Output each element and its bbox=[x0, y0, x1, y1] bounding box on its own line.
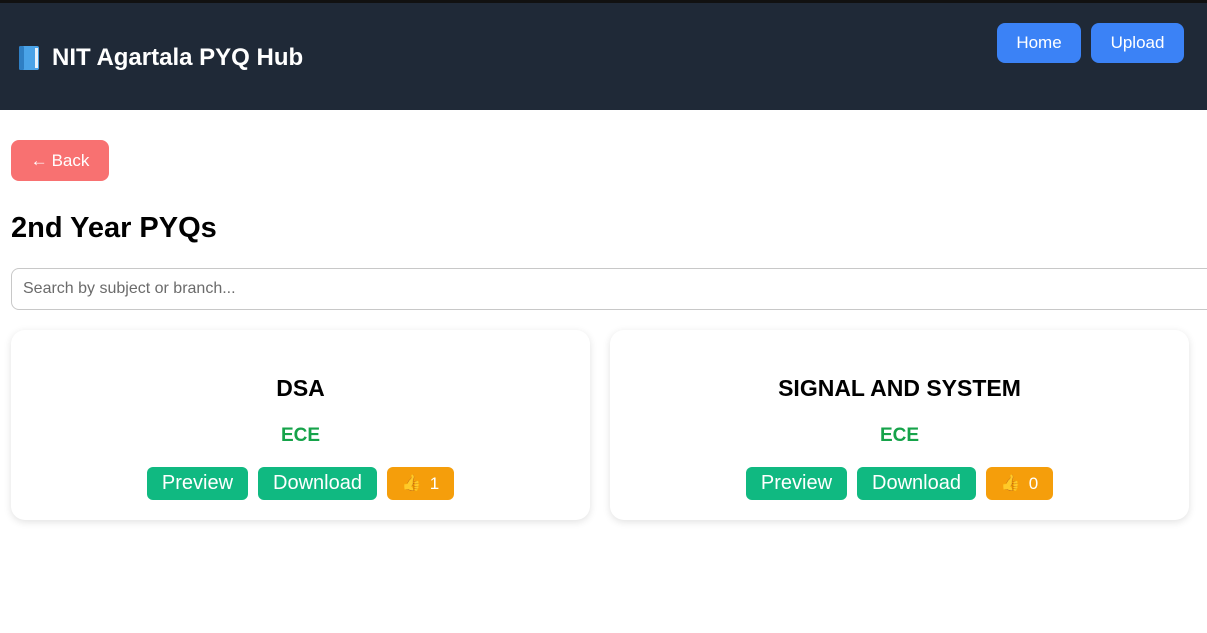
like-button[interactable]: 👍 1 bbox=[387, 467, 454, 500]
card-subject: DSA bbox=[276, 375, 325, 401]
thumbs-up-icon: 👍 bbox=[401, 474, 422, 492]
download-button[interactable]: Download bbox=[857, 467, 976, 500]
home-button[interactable]: Home bbox=[997, 23, 1081, 63]
page-title: 2nd Year PYQs bbox=[11, 212, 217, 244]
card-branch: ECE bbox=[879, 425, 920, 446]
pyq-card: SIGNAL AND SYSTEM ECE Preview Download 👍… bbox=[610, 330, 1189, 520]
back-arrow-icon: ← bbox=[30, 150, 48, 170]
upload-button[interactable]: Upload bbox=[1091, 23, 1184, 63]
download-button[interactable]: Download bbox=[258, 467, 377, 500]
site-title: NIT Agartala PYQ Hub bbox=[52, 44, 304, 71]
book-icon bbox=[16, 45, 42, 71]
card-subject: SIGNAL AND SYSTEM bbox=[778, 375, 1021, 401]
back-button-label: Back bbox=[51, 150, 90, 170]
like-count: 1 bbox=[429, 473, 440, 493]
card-actions: Preview Download 👍 0 bbox=[610, 467, 1189, 500]
preview-button[interactable]: Preview bbox=[746, 467, 847, 500]
like-button[interactable]: 👍 0 bbox=[986, 467, 1053, 500]
card-actions: Preview Download 👍 1 bbox=[11, 467, 590, 500]
site-header: NIT Agartala PYQ Hub Home Upload bbox=[0, 3, 1207, 110]
pyq-card: DSA ECE Preview Download 👍 1 bbox=[11, 330, 590, 520]
like-count: 0 bbox=[1028, 473, 1039, 493]
brand[interactable]: NIT Agartala PYQ Hub bbox=[16, 43, 303, 73]
card-branch: ECE bbox=[280, 425, 321, 446]
search-input[interactable] bbox=[11, 268, 1207, 310]
thumbs-up-icon: 👍 bbox=[1000, 474, 1021, 492]
preview-button[interactable]: Preview bbox=[147, 467, 248, 500]
back-button[interactable]: ← Back bbox=[11, 140, 109, 181]
